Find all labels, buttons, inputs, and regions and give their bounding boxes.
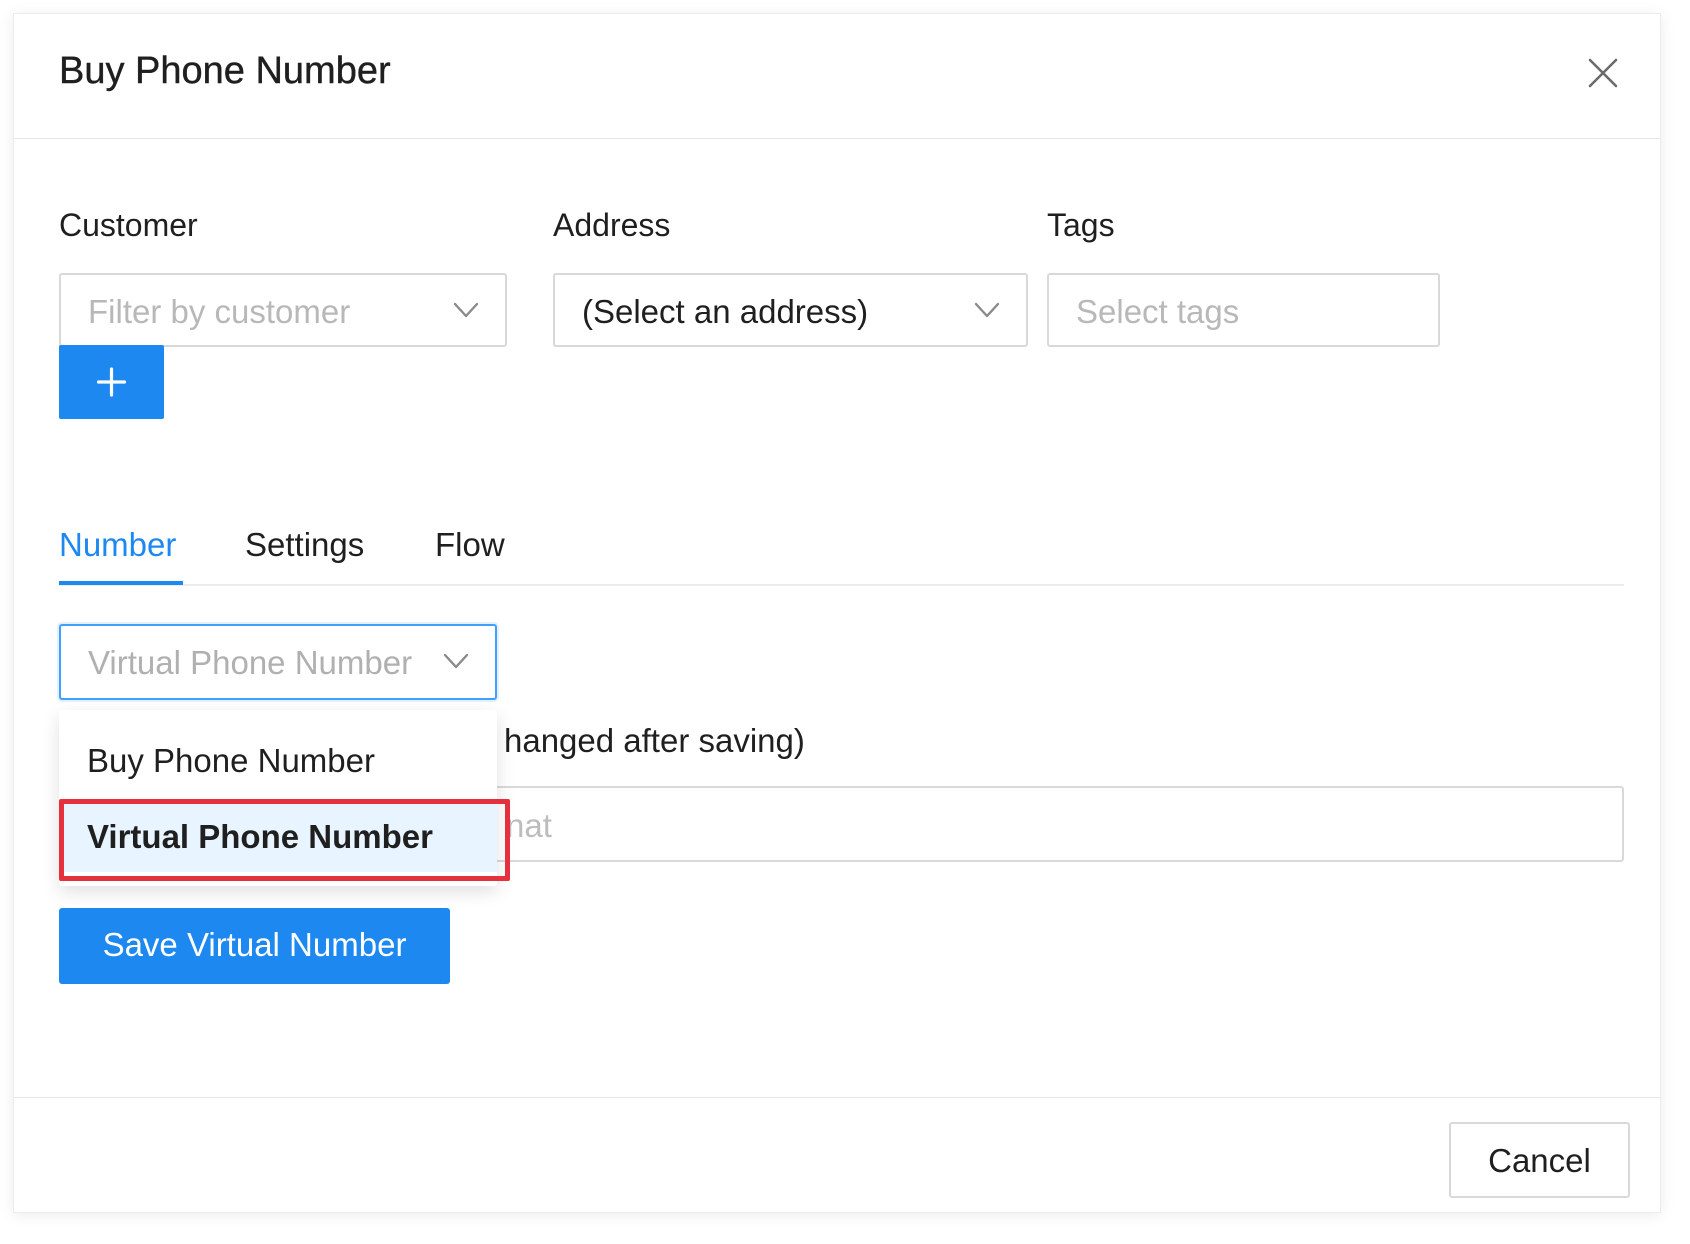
customer-select[interactable]: Filter by customer — [59, 273, 507, 347]
dropdown-option-virtual-phone-number[interactable]: Virtual Phone Number — [59, 802, 497, 872]
close-button[interactable] — [1586, 56, 1620, 90]
tab-settings[interactable]: Settings — [245, 526, 364, 564]
tabs-divider — [59, 584, 1624, 586]
dropdown-option-buy-phone-number[interactable]: Buy Phone Number — [59, 726, 497, 796]
chevron-down-icon — [443, 653, 469, 669]
tags-label: Tags — [1047, 207, 1115, 243]
phone-number-placeholder: nat — [506, 807, 552, 844]
close-icon — [1588, 58, 1618, 88]
plus-icon — [96, 367, 127, 397]
tab-number[interactable]: Number — [59, 526, 176, 564]
tags-select[interactable]: Select tags — [1047, 273, 1440, 347]
chevron-down-icon — [974, 302, 1000, 318]
dialog-header: Buy Phone Number — [14, 14, 1660, 139]
chevron-down-icon — [453, 302, 479, 318]
add-customer-button[interactable] — [59, 345, 164, 419]
address-value: (Select an address) — [582, 293, 869, 330]
active-tab-indicator — [59, 581, 183, 585]
customer-label: Customer — [59, 207, 198, 243]
address-label: Address — [553, 207, 671, 243]
number-type-select[interactable]: Virtual Phone Number — [59, 624, 497, 700]
dialog-title: Buy Phone Number — [59, 50, 391, 92]
customer-placeholder: Filter by customer — [88, 293, 351, 330]
address-select[interactable]: (Select an address) — [553, 273, 1028, 347]
tags-placeholder: Select tags — [1076, 293, 1240, 330]
number-type-dropdown: Buy Phone Number Virtual Phone Number — [59, 710, 497, 886]
number-type-value: Virtual Phone Number — [88, 644, 413, 681]
tab-flow[interactable]: Flow — [435, 526, 505, 564]
save-virtual-number-button[interactable]: Save Virtual Number — [59, 908, 450, 984]
cancel-button[interactable]: Cancel — [1449, 1122, 1630, 1198]
buy-phone-number-dialog: Buy Phone Number Customer Filter by cust… — [13, 13, 1661, 1213]
footer-divider — [14, 1097, 1660, 1098]
